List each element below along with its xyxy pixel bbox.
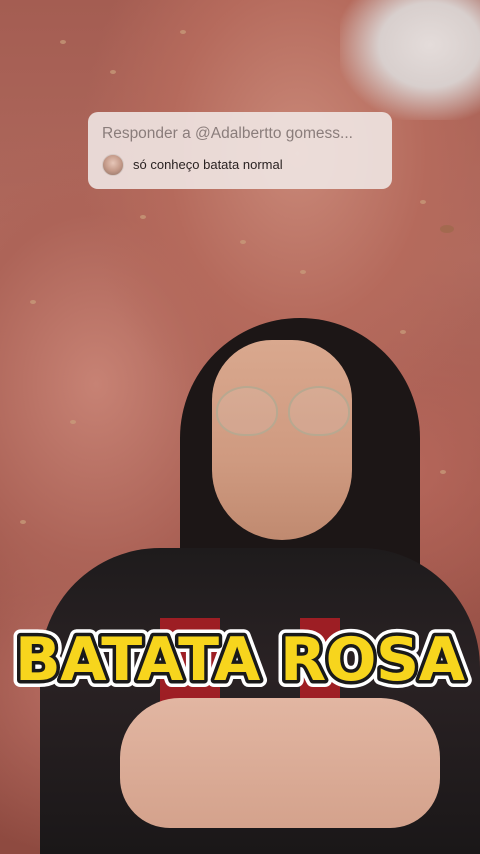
potato-speck: [20, 520, 26, 524]
presenter-hands: [120, 698, 440, 828]
potato-speck: [140, 215, 146, 219]
glasses-lens: [216, 386, 278, 436]
caption-overlay: BATATA ROSA BATATA ROSA BATATA ROSA: [0, 622, 480, 702]
potato-speck: [60, 40, 66, 44]
glasses-lens: [288, 386, 350, 436]
reply-header: Responder a @Adalbertto gomess...: [102, 125, 353, 142]
reply-comment-row: só conheço batata normal: [102, 154, 378, 176]
potato-speck: [30, 300, 36, 304]
reply-comment-card[interactable]: Responder a @Adalbertto gomess... só con…: [88, 112, 392, 189]
glasses: [212, 386, 352, 436]
reply-comment-text: só conheço batata normal: [133, 157, 283, 172]
background-highlight: [340, 0, 480, 120]
potato-speck: [300, 270, 306, 274]
presenter: [40, 318, 480, 854]
presenter-face: [212, 340, 352, 540]
caption-svg: BATATA ROSA BATATA ROSA BATATA ROSA: [8, 622, 473, 702]
potato-speck: [420, 200, 426, 204]
video-frame[interactable]: Responder a @Adalbertto gomess... só con…: [0, 0, 480, 854]
potato-speck: [240, 240, 246, 244]
potato-speck: [440, 225, 454, 233]
potato-speck: [180, 30, 186, 34]
potato-speck: [110, 70, 116, 74]
caption-text: BATATA ROSA: [15, 625, 466, 695]
avatar-icon: [102, 154, 124, 176]
